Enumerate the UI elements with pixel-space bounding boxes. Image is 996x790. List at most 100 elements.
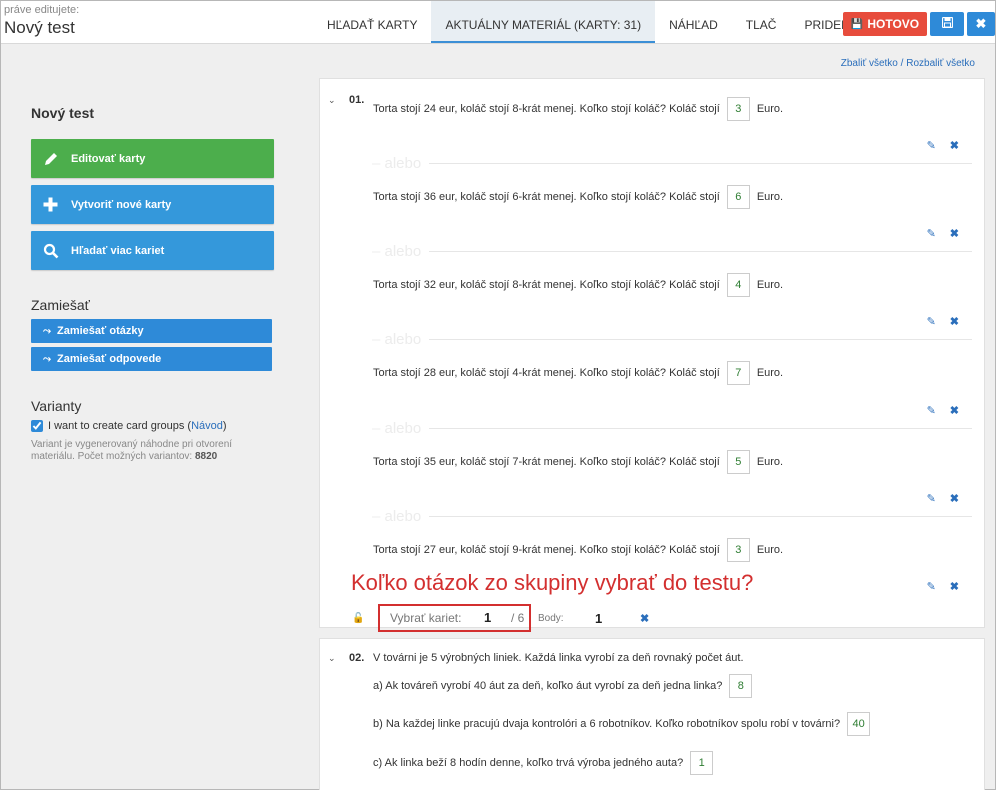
variant-count: 8820 (194, 451, 218, 462)
card-number: 01. (349, 94, 365, 106)
answer-box[interactable]: 3 (726, 538, 750, 562)
card-actions: ✎ ✖ (927, 227, 959, 240)
edit-icon[interactable]: ✎ (927, 227, 936, 240)
card-groups-label-end: ) (222, 420, 227, 432)
search-more-cards-button[interactable]: Hľadať viac kariet (31, 231, 274, 270)
or-label: – alebo (372, 508, 422, 525)
separator-line (429, 251, 972, 252)
remove-icon[interactable]: ✖ (950, 492, 959, 505)
chevron-down-icon[interactable]: ⌄ (328, 95, 336, 106)
or-label: – alebo (372, 331, 422, 348)
answer-box[interactable]: 40 (847, 712, 871, 736)
pencil-icon (43, 151, 71, 167)
pick-count-input[interactable]: 1 (484, 610, 491, 625)
sub-question-text: b) Na každej linke pracujú dvaja kontrol… (373, 718, 841, 730)
save-icon (941, 16, 953, 31)
chevron-down-icon[interactable]: ⌄ (328, 653, 336, 664)
edit-icon[interactable]: ✎ (927, 580, 936, 593)
question-text: Torta stojí 32 eur, koláč stojí 8-krát m… (373, 279, 720, 291)
card-variant: Torta stojí 32 eur, koláč stojí 8-krát m… (373, 273, 783, 297)
card-panel: ⌄ 02. V továrni je 5 výrobných liniek. K… (319, 638, 985, 790)
shuffle-questions-button[interactable]: ⤳ Zamiešať otázky (31, 319, 272, 343)
or-separator: – alebo (372, 155, 972, 172)
sub-question-text: a) Ak továreň vyrobí 40 áut za deň, koľk… (373, 680, 723, 692)
card-actions: ✎ ✖ (927, 139, 959, 152)
question-intro: V továrni je 5 výrobných liniek. Každá l… (373, 652, 744, 664)
answer-box[interactable]: 3 (726, 97, 750, 121)
sub-question-text: c) Ak linka beží 8 hodín denne, koľko tr… (373, 757, 684, 769)
tab-current-material[interactable]: AKTUÁLNY MATERIÁL (KARTY: 31) (431, 1, 656, 43)
create-cards-button[interactable]: Vytvoriť nové karty (31, 185, 274, 224)
points-input[interactable]: 1 (595, 611, 602, 626)
done-label: HOTOVO (867, 17, 920, 31)
separator-line (429, 516, 972, 517)
card-variant: Torta stojí 28 eur, koláč stojí 4-krát m… (373, 361, 783, 385)
save-button[interactable] (930, 12, 964, 36)
remove-icon[interactable]: ✖ (950, 227, 959, 240)
or-separator: – alebo (372, 331, 972, 348)
search-icon (43, 243, 71, 259)
edit-icon[interactable]: ✎ (927, 315, 936, 328)
edit-cards-label: Editovať karty (71, 152, 146, 165)
or-label: – alebo (372, 420, 422, 437)
collapse-all-link[interactable]: Zbaliť všetko (841, 58, 898, 69)
or-separator: – alebo (372, 243, 972, 260)
card-variant: Torta stojí 24 eur, koláč stojí 8-krát m… (373, 97, 783, 121)
unlock-icon[interactable]: 🔓 (352, 613, 364, 624)
card-variant: Torta stojí 36 eur, koláč stojí 6-krát m… (373, 185, 783, 209)
separator-line (429, 339, 972, 340)
tab-search-cards[interactable]: HĽADAŤ KARTY (313, 1, 431, 43)
collapse-separator: / (897, 58, 907, 69)
remove-group-icon[interactable]: ✖ (640, 612, 649, 625)
card-variant: Torta stojí 27 eur, koláč stojí 9-krát m… (373, 538, 783, 562)
question-text: Torta stojí 24 eur, koláč stojí 8-krát m… (373, 103, 720, 115)
edit-cards-button[interactable]: Editovať karty (31, 139, 274, 178)
guide-link[interactable]: Návod (191, 420, 223, 432)
edit-icon[interactable]: ✎ (927, 492, 936, 505)
sidebar-title: Nový test (31, 105, 95, 121)
shuffle-questions-label: Zamiešať otázky (57, 325, 144, 337)
answer-box[interactable]: 6 (726, 185, 750, 209)
question-text: Torta stojí 28 eur, koláč stojí 4-krát m… (373, 367, 720, 379)
save-icon: 💾 (850, 18, 864, 30)
separator-line (429, 163, 972, 164)
close-icon: ✖ (975, 16, 987, 31)
tab-preview[interactable]: NÁHĽAD (655, 1, 732, 43)
pick-count-total: / 6 (511, 611, 525, 625)
card-actions: ✎ ✖ (927, 315, 959, 328)
answer-box[interactable]: 4 (726, 273, 750, 297)
annotation-callout: Koľko otázok zo skupiny vybrať do testu? (351, 570, 754, 595)
answer-box[interactable]: 1 (690, 751, 714, 775)
question-text: Torta stojí 36 eur, koláč stojí 6-krát m… (373, 191, 720, 203)
remove-icon[interactable]: ✖ (950, 580, 959, 593)
answer-unit: Euro. (756, 279, 784, 291)
question-text: Torta stojí 27 eur, koláč stojí 9-krát m… (373, 544, 720, 556)
card-variant: Torta stojí 35 eur, koláč stojí 7-krát m… (373, 450, 783, 474)
points-label: Body: (538, 613, 564, 624)
close-button[interactable]: ✖ (967, 12, 995, 36)
edit-icon[interactable]: ✎ (927, 404, 936, 417)
answer-box[interactable]: 5 (726, 450, 750, 474)
answer-unit: Euro. (756, 103, 784, 115)
card-groups-option: I want to create card groups (Návod) (31, 420, 275, 432)
done-button[interactable]: 💾 HOTOVO (843, 12, 927, 36)
pick-count-label: Vybrať kariet: (390, 611, 462, 625)
remove-icon[interactable]: ✖ (950, 315, 959, 328)
shuffle-answers-label: Zamiešať odpovede (57, 353, 162, 365)
answer-box[interactable]: 7 (726, 361, 750, 385)
expand-all-link[interactable]: Rozbaliť všetko (906, 58, 975, 69)
sub-question: c) Ak linka beží 8 hodín denne, koľko tr… (373, 751, 720, 775)
shuffle-answers-button[interactable]: ⤳ Zamiešať odpovede (31, 347, 272, 371)
variants-heading: Varianty (31, 398, 82, 414)
edit-icon[interactable]: ✎ (927, 139, 936, 152)
plus-icon (43, 197, 71, 212)
tab-print[interactable]: TLAČ (732, 1, 791, 43)
card-groups-checkbox[interactable] (31, 420, 43, 432)
remove-icon[interactable]: ✖ (950, 404, 959, 417)
answer-box[interactable]: 8 (729, 674, 753, 698)
card-group-panel: ⌄ 01. Torta stojí 24 eur, koláč stojí 8-… (319, 78, 985, 632)
remove-icon[interactable]: ✖ (950, 139, 959, 152)
card-actions: ✎ ✖ (927, 492, 959, 505)
answer-unit: Euro. (756, 456, 784, 468)
top-bar: práve editujete: Nový test HĽADAŤ KARTY … (1, 1, 995, 44)
